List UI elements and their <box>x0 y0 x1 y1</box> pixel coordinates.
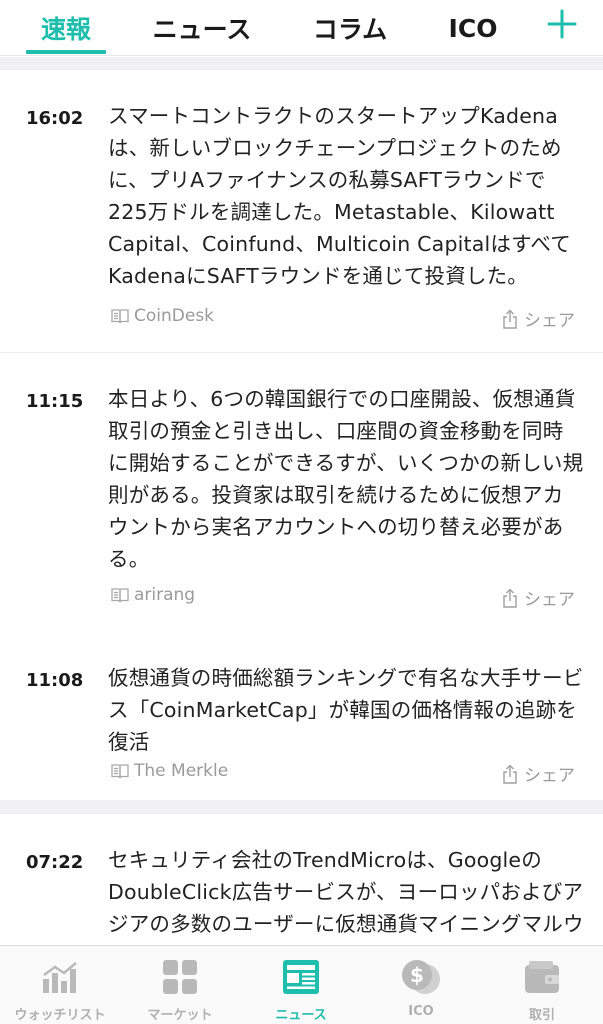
coins-icon: $ <box>399 957 443 997</box>
news-item[interactable]: 16:02 スマートコントラクトのスタートアップKadenaは、新しいブロックチ… <box>0 70 603 352</box>
news-time: 11:08 <box>26 670 84 691</box>
share-label: シェア <box>524 590 575 610</box>
news-source[interactable]: arirang <box>110 585 195 605</box>
nav-label: ウォッチリスト <box>14 1008 106 1023</box>
tab-breaking-news[interactable]: 速報 <box>24 0 108 56</box>
news-time: 11:15 <box>26 391 84 412</box>
news-time: 16:02 <box>26 108 84 129</box>
nav-watchlist[interactable]: ウォッチリスト <box>0 946 120 1024</box>
grid-icon <box>161 958 199 996</box>
tab-news[interactable]: ニュース <box>146 0 258 56</box>
plus-icon <box>547 9 577 39</box>
share-icon <box>502 309 518 329</box>
news-text: 本日より、6つの韓国銀行での口座開設、仮想通貨取引の預金と引き出し、口座間の資金… <box>108 387 584 571</box>
news-text: セキュリティ会社のTrendMicroは、GoogleのDoubleClick広… <box>108 848 584 945</box>
nav-trade[interactable]: 取引 <box>482 946 602 1024</box>
news-source-label: arirang <box>134 585 196 605</box>
nav-market[interactable]: マーケット <box>120 946 240 1024</box>
active-tab-indicator <box>26 50 106 54</box>
top-tab-bar: 速報 ニュース コラム ICO <box>0 0 603 56</box>
wallet-icon <box>523 959 561 995</box>
book-icon <box>110 307 130 325</box>
svg-text:$: $ <box>410 963 424 987</box>
news-item[interactable]: 11:08 仮想通貨の時価総額ランキングで有名な大手サービス「CoinMarke… <box>0 632 603 800</box>
nav-label: 取引 <box>528 1008 555 1023</box>
news-feed[interactable]: 16:02 スマートコントラクトのスタートアップKadenaは、新しいブロックチ… <box>0 57 603 945</box>
news-item[interactable]: 11:15 本日より、6つの韓国銀行での口座開設、仮想通貨取引の預金と引き出し、… <box>0 352 603 632</box>
news-item[interactable]: 07:22 セキュリティ会社のTrendMicroは、GoogleのDouble… <box>0 814 603 945</box>
news-time: 07:22 <box>26 852 84 873</box>
bottom-tab-bar: ウォッチリスト マーケット ニュース $ ICO 取引 <box>0 945 603 1024</box>
news-source[interactable]: The Merkle <box>110 761 228 781</box>
book-icon <box>110 586 130 604</box>
share-button[interactable]: シェア <box>502 306 575 331</box>
news-source-label: CoinDesk <box>134 306 215 326</box>
nav-label: マーケット <box>147 1008 213 1023</box>
news-text: 仮想通貨の時価総額ランキングで有名な大手サービス「CoinMarketCap」が… <box>108 666 584 754</box>
tab-column[interactable]: コラム <box>304 0 396 56</box>
bar-chart-icon <box>40 959 80 995</box>
news-source[interactable]: CoinDesk <box>110 306 214 326</box>
tab-ico[interactable]: ICO <box>438 0 508 56</box>
nav-news[interactable]: ニュース <box>241 946 361 1024</box>
nav-ico[interactable]: $ ICO <box>361 946 481 1024</box>
share-button[interactable]: シェア <box>502 585 575 610</box>
newspaper-icon <box>281 957 321 997</box>
share-icon <box>502 764 518 784</box>
share-label: シェア <box>524 766 575 786</box>
share-button[interactable]: シェア <box>502 761 575 786</box>
nav-label: ニュース <box>275 1008 327 1023</box>
news-source-label: The Merkle <box>134 761 229 781</box>
news-text: スマートコントラクトのスタートアップKadenaは、新しいブロックチェーンプロジ… <box>108 104 571 288</box>
add-button[interactable] <box>540 4 584 44</box>
book-icon <box>110 762 130 780</box>
share-label: シェア <box>524 311 575 331</box>
share-icon <box>502 588 518 608</box>
nav-label: ICO <box>408 1004 434 1019</box>
app-screen: 速報 ニュース コラム ICO 16:02 スマートコントラクトのスタートアップ… <box>0 0 603 1024</box>
